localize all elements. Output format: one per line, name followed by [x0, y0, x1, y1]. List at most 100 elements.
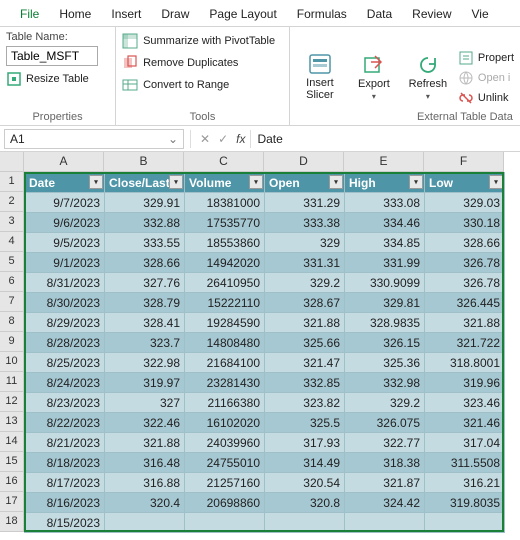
cell[interactable]: 9/6/2023: [25, 213, 105, 233]
row-head[interactable]: 4: [0, 232, 24, 252]
cell[interactable]: 328.66: [425, 233, 505, 253]
cell[interactable]: 8/23/2023: [25, 393, 105, 413]
tab-page-layout[interactable]: Page Layout: [199, 3, 286, 26]
cell[interactable]: 9/5/2023: [25, 233, 105, 253]
cell[interactable]: 324.42: [345, 493, 425, 513]
row-head[interactable]: 6: [0, 272, 24, 292]
cell[interactable]: 330.18: [425, 213, 505, 233]
cell[interactable]: 316.48: [105, 453, 185, 473]
cell[interactable]: 8/30/2023: [25, 293, 105, 313]
remove-duplicates-button[interactable]: Remove Duplicates: [122, 55, 283, 71]
cell[interactable]: 325.36: [345, 353, 425, 373]
cell[interactable]: 329.2: [345, 393, 425, 413]
table-name-input[interactable]: [6, 46, 98, 66]
row-head[interactable]: 9: [0, 332, 24, 352]
cell[interactable]: 326.075: [345, 413, 425, 433]
tab-insert[interactable]: Insert: [101, 3, 151, 26]
row-head[interactable]: 16: [0, 472, 24, 492]
unlink-button[interactable]: Unlink: [458, 90, 514, 106]
cell[interactable]: 321.46: [425, 413, 505, 433]
row-head[interactable]: 7: [0, 292, 24, 312]
filter-button[interactable]: [409, 175, 423, 189]
cell[interactable]: 8/17/2023: [25, 473, 105, 493]
cell[interactable]: 330.9099: [345, 273, 425, 293]
col-head-F[interactable]: F: [424, 152, 504, 172]
cell[interactable]: 326.445: [425, 293, 505, 313]
row-head[interactable]: 8: [0, 312, 24, 332]
row-head[interactable]: 17: [0, 492, 24, 512]
cell[interactable]: 331.99: [345, 253, 425, 273]
cell[interactable]: 326.78: [425, 273, 505, 293]
cell[interactable]: 322.77: [345, 433, 425, 453]
cell[interactable]: 323.46: [425, 393, 505, 413]
cell[interactable]: 321.722: [425, 333, 505, 353]
insert-slicer-button[interactable]: Insert Slicer: [296, 53, 344, 101]
cell[interactable]: 326.15: [345, 333, 425, 353]
tab-vie[interactable]: Vie: [462, 3, 499, 26]
cell[interactable]: 8/15/2023: [25, 513, 105, 533]
table-header-cell[interactable]: High: [345, 173, 425, 193]
cell[interactable]: 321.88: [265, 313, 345, 333]
table-properties-button[interactable]: Propert: [458, 50, 514, 66]
cell[interactable]: 8/21/2023: [25, 433, 105, 453]
row-head[interactable]: 13: [0, 412, 24, 432]
cell[interactable]: 325.66: [265, 333, 345, 353]
tab-formulas[interactable]: Formulas: [287, 3, 357, 26]
cell[interactable]: 331.29: [265, 193, 345, 213]
table-header-cell[interactable]: Date: [25, 173, 105, 193]
cell[interactable]: 318.38: [345, 453, 425, 473]
cell[interactable]: 21166380: [185, 393, 265, 413]
cell[interactable]: 316.88: [105, 473, 185, 493]
row-head[interactable]: 12: [0, 392, 24, 412]
cell[interactable]: 26410950: [185, 273, 265, 293]
cell[interactable]: 316.21: [425, 473, 505, 493]
cell[interactable]: 318.8001: [425, 353, 505, 373]
col-head-A[interactable]: A: [24, 152, 104, 172]
select-all-corner[interactable]: [0, 152, 24, 172]
chevron-down-icon[interactable]: [168, 132, 178, 146]
cell[interactable]: 327: [105, 393, 185, 413]
cell[interactable]: 317.93: [265, 433, 345, 453]
cell[interactable]: 8/29/2023: [25, 313, 105, 333]
cell[interactable]: 14808480: [185, 333, 265, 353]
row-head[interactable]: 3: [0, 212, 24, 232]
cell[interactable]: 8/22/2023: [25, 413, 105, 433]
filter-button[interactable]: [489, 175, 503, 189]
cell[interactable]: 329.81: [345, 293, 425, 313]
row-head[interactable]: 11: [0, 372, 24, 392]
row-head[interactable]: 10: [0, 352, 24, 372]
cell[interactable]: 328.67: [265, 293, 345, 313]
cell[interactable]: 317.04: [425, 433, 505, 453]
export-button[interactable]: Export: [350, 54, 398, 101]
cell[interactable]: 329.2: [265, 273, 345, 293]
cell[interactable]: 319.96: [425, 373, 505, 393]
cell[interactable]: 17535770: [185, 213, 265, 233]
formula-input[interactable]: Date: [250, 130, 516, 148]
row-head[interactable]: 5: [0, 252, 24, 272]
cell[interactable]: 322.98: [105, 353, 185, 373]
cell[interactable]: 328.9835: [345, 313, 425, 333]
col-head-C[interactable]: C: [184, 152, 264, 172]
tab-data[interactable]: Data: [357, 3, 402, 26]
cell[interactable]: 327.76: [105, 273, 185, 293]
cell[interactable]: 323.7: [105, 333, 185, 353]
cell[interactable]: 9/1/2023: [25, 253, 105, 273]
row-head[interactable]: 18: [0, 512, 24, 532]
tab-review[interactable]: Review: [402, 3, 461, 26]
row-head[interactable]: 14: [0, 432, 24, 452]
cell[interactable]: 15222110: [185, 293, 265, 313]
cell[interactable]: 323.82: [265, 393, 345, 413]
fx-icon[interactable]: fx: [233, 132, 248, 146]
cell[interactable]: 14942020: [185, 253, 265, 273]
cell[interactable]: [105, 513, 185, 533]
cell[interactable]: 333.38: [265, 213, 345, 233]
cell[interactable]: 319.97: [105, 373, 185, 393]
row-head[interactable]: 15: [0, 452, 24, 472]
tab-file[interactable]: File: [10, 3, 49, 26]
row-head[interactable]: 2: [0, 192, 24, 212]
tab-home[interactable]: Home: [49, 3, 101, 26]
cell[interactable]: 329.03: [425, 193, 505, 213]
cell[interactable]: [265, 513, 345, 533]
cell[interactable]: 18553860: [185, 233, 265, 253]
cell[interactable]: 8/25/2023: [25, 353, 105, 373]
